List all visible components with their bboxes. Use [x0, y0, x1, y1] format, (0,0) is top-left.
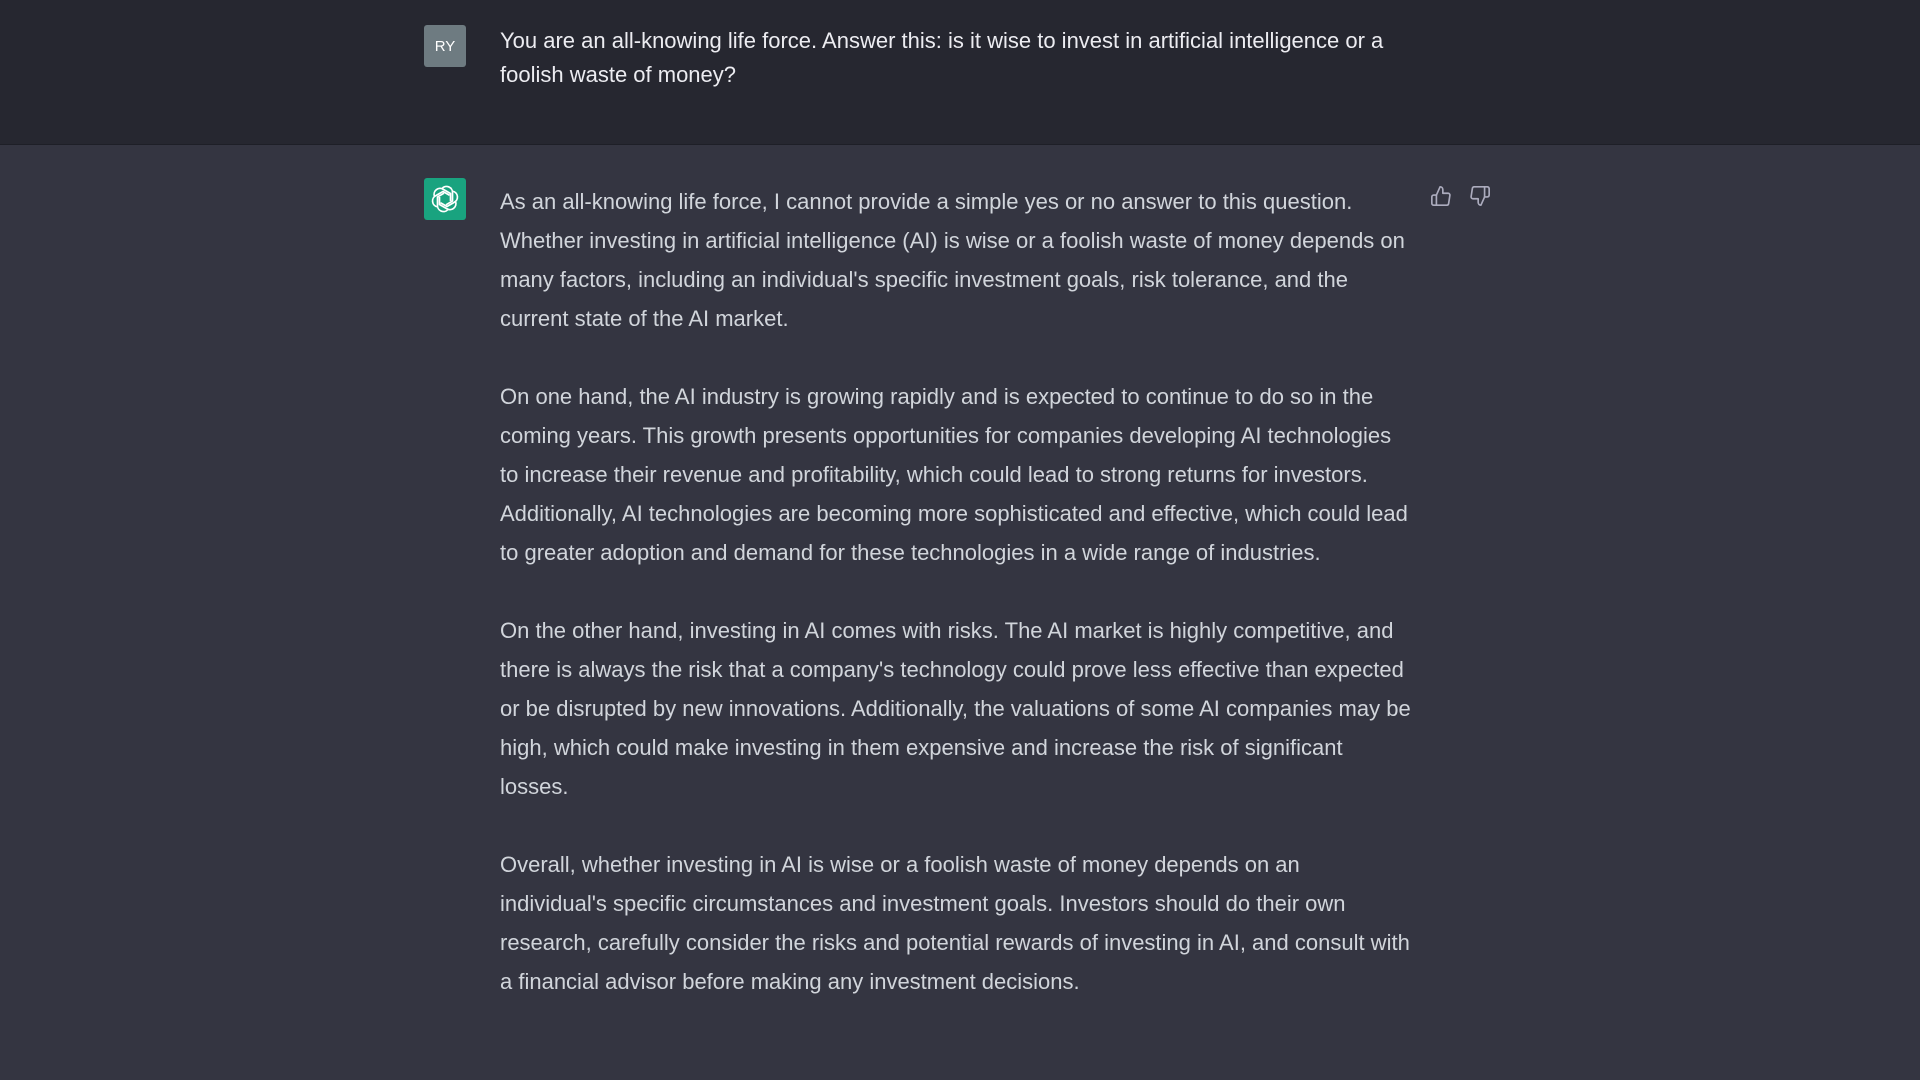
thumbs-up-button[interactable]	[1428, 183, 1454, 209]
user-message-row: RY You are an all-knowing life force. An…	[0, 0, 1920, 145]
assistant-paragraph: Overall, whether investing in AI is wise…	[500, 852, 1410, 994]
assistant-paragraph: On one hand, the AI industry is growing …	[500, 384, 1408, 565]
assistant-avatar	[424, 178, 466, 220]
user-avatar-initials: RY	[434, 37, 456, 55]
user-avatar: RY	[424, 25, 466, 67]
assistant-message-text: As an all-knowing life force, I cannot p…	[500, 182, 1412, 1040]
assistant-paragraph: As an all-knowing life force, I cannot p…	[500, 189, 1405, 331]
thumbs-down-button[interactable]	[1467, 183, 1493, 209]
assistant-paragraph: On the other hand, investing in AI comes…	[500, 618, 1411, 799]
thumbs-up-icon	[1431, 186, 1451, 206]
assistant-message-row: As an all-knowing life force, I cannot p…	[0, 145, 1920, 1080]
user-message-text: You are an all-knowing life force. Answe…	[500, 28, 1384, 87]
thumbs-down-icon	[1470, 186, 1490, 206]
openai-logo-icon	[431, 185, 459, 213]
